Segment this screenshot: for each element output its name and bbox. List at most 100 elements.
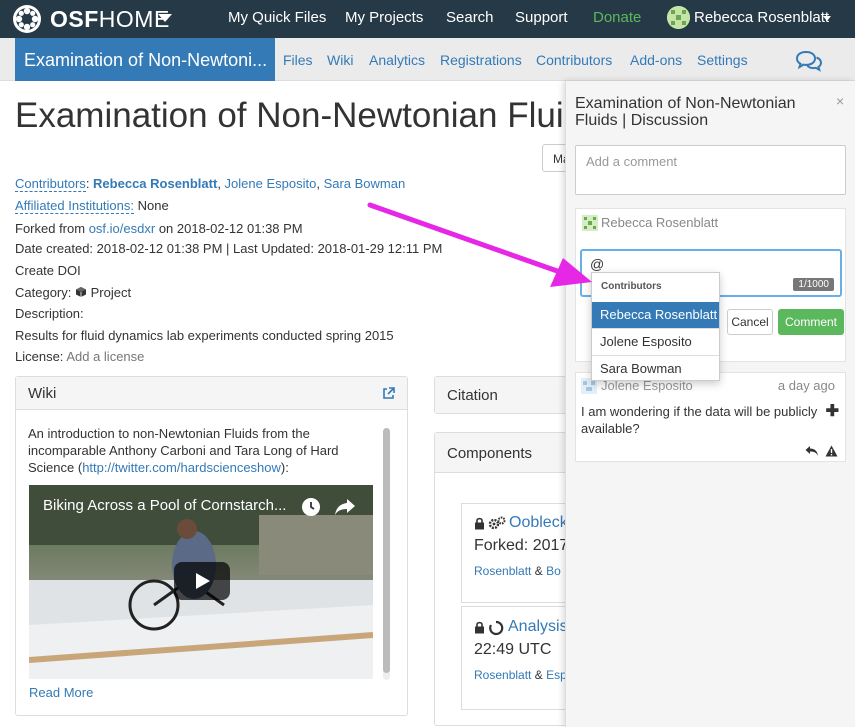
wiki-line-2: incomparable Anthony Carboni and Tara Lo… xyxy=(28,443,339,458)
citation-panel[interactable]: Citation xyxy=(434,376,574,414)
component-1-author-2[interactable]: Bo xyxy=(546,564,561,578)
osf-logo-icon[interactable] xyxy=(12,4,42,34)
read-more-link[interactable]: Read More xyxy=(29,685,93,700)
nav-support[interactable]: Support xyxy=(515,9,568,26)
external-link-icon[interactable] xyxy=(382,387,395,400)
add-comment-input[interactable]: Add a comment xyxy=(575,145,846,195)
wiki-line-3: Science (http://twitter.com/hardsciences… xyxy=(28,459,358,476)
dates-line: Date created: 2018-02-12 01:38 PM | Last… xyxy=(15,241,443,256)
cogs-icon xyxy=(488,516,506,530)
forked-from-suffix: on 2018-02-12 01:38 PM xyxy=(158,221,303,236)
nav-donate[interactable]: Donate xyxy=(593,9,641,26)
mention-dropdown-heading: Contributors xyxy=(601,281,662,292)
component-1-title[interactable]: Oobleck xyxy=(509,514,568,532)
comment-body: I am wondering if the data will be publi… xyxy=(581,404,818,436)
affiliated-value: None xyxy=(137,198,169,213)
discussion-title: Examination of Non-Newtonian Fluids | Di… xyxy=(575,95,796,129)
mention-option-sara-bowman[interactable]: Sara Bowman xyxy=(592,355,719,381)
component-2-title[interactable]: Analysis xyxy=(508,618,568,636)
wiki-line-3-suffix: ): xyxy=(280,460,289,475)
comment-timestamp: a day ago xyxy=(777,378,835,393)
reply-author-avatar-icon xyxy=(582,215,598,231)
mention-option-rebecca-rosenblatt[interactable]: Rebecca Rosenblatt xyxy=(592,302,719,328)
nav-my-projects[interactable]: My Projects xyxy=(345,9,423,26)
brand-dropdown-caret-icon[interactable] xyxy=(158,14,172,22)
share-icon[interactable] xyxy=(334,498,356,516)
nav-search[interactable]: Search xyxy=(446,9,494,26)
description-label: Description: xyxy=(15,306,84,321)
comment-card: Jolene Esposito a day ago I am wondering… xyxy=(575,372,846,462)
lock-icon xyxy=(475,517,484,530)
contributor-link-2[interactable]: Jolene Esposito xyxy=(225,176,317,191)
category-value: Project xyxy=(90,285,132,300)
affiliated-label[interactable]: Affiliated Institutions: xyxy=(15,198,134,214)
lock-icon-2 xyxy=(475,621,484,634)
component-1-author-sep: & xyxy=(534,564,543,578)
component-2-author-2[interactable]: Esp xyxy=(546,668,567,682)
component-1-author-1[interactable]: Rosenblatt xyxy=(474,564,531,578)
forked-from-prefix: Forked from xyxy=(15,221,86,236)
wiki-panel-title: Wiki xyxy=(28,385,57,402)
subnav-files[interactable]: Files xyxy=(283,52,313,68)
add-license-link[interactable]: Add a license xyxy=(66,349,144,364)
cancel-button[interactable]: Cancel xyxy=(727,309,773,335)
discussion-panel: Examination of Non-Newtonian Fluids | Di… xyxy=(565,81,855,727)
wiki-line-1: An introduction to non-Newtonian Fluids … xyxy=(28,426,310,441)
subnav-settings[interactable]: Settings xyxy=(697,52,748,68)
expand-plus-icon[interactable]: ✚ xyxy=(826,401,839,421)
forked-from-link[interactable]: osf.io/esdxr xyxy=(89,221,155,236)
contributor-link-1[interactable]: Rebecca Rosenblatt xyxy=(93,176,217,191)
character-counter: 1/1000 xyxy=(793,278,834,291)
cube-icon xyxy=(76,287,86,297)
brand-name[interactable]: OSFHOME xyxy=(50,6,170,33)
watch-later-clock-icon[interactable] xyxy=(301,497,321,517)
mention-option-jolene-esposito[interactable]: Jolene Esposito xyxy=(592,328,719,354)
license-label: License: xyxy=(15,349,64,364)
nav-my-quick-files[interactable]: My Quick Files xyxy=(228,9,326,26)
contributor-link-3[interactable]: Sara Bowman xyxy=(324,176,406,191)
wiki-panel-header: Wiki xyxy=(16,377,407,410)
user-menu-caret-icon[interactable] xyxy=(823,16,831,21)
top-navbar: OSFHOME My Quick Files My Projects Searc… xyxy=(0,0,855,38)
category-label: Category: xyxy=(15,285,72,300)
project-subnav: Examination of Non-Newtoni... Files Wiki… xyxy=(0,38,855,81)
reply-icon[interactable] xyxy=(805,445,819,457)
user-avatar[interactable] xyxy=(667,6,690,29)
subnav-registrations[interactable]: Registrations xyxy=(440,52,522,68)
close-icon[interactable]: × xyxy=(836,93,844,109)
mention-dropdown: Contributors Rebecca Rosenblatt Jolene E… xyxy=(591,272,720,381)
video-play-button[interactable] xyxy=(174,562,230,600)
project-title-tab[interactable]: Examination of Non-Newtoni... xyxy=(15,38,275,81)
subnav-add-ons[interactable]: Add-ons xyxy=(630,52,682,68)
subnav-wiki[interactable]: Wiki xyxy=(327,52,353,68)
brand-osf: OSF xyxy=(50,6,99,32)
description-text: Results for fluid dynamics lab experimen… xyxy=(15,328,394,343)
forked-from-line: Forked from osf.io/esdxr on 2018-02-12 0… xyxy=(15,221,303,236)
contributors-label[interactable]: Contributors xyxy=(15,176,86,192)
video-embed[interactable]: Biking Across a Pool of Cornstarch... xyxy=(29,485,373,679)
subnav-contributors[interactable]: Contributors xyxy=(536,52,612,68)
component-1-authors: Rosenblatt & Bo xyxy=(474,564,561,578)
user-name[interactable]: Rebecca Rosenblatt xyxy=(694,9,829,26)
comment-button[interactable]: Comment xyxy=(778,309,844,335)
component-2-author-sep: & xyxy=(534,668,543,682)
wiki-scrollbar-thumb[interactable] xyxy=(383,428,390,673)
wiki-line-3-prefix: Science ( xyxy=(28,460,83,475)
wiki-scrollbar[interactable] xyxy=(383,428,390,680)
video-title[interactable]: Biking Across a Pool of Cornstarch... xyxy=(43,497,286,514)
circle-notch-icon xyxy=(489,620,504,636)
license-line: License: Add a license xyxy=(15,349,144,364)
reply-author-name[interactable]: Rebecca Rosenblatt xyxy=(601,215,718,230)
comments-icon[interactable] xyxy=(796,50,822,72)
wiki-twitter-link[interactable]: http://twitter.com/hardscienceshow xyxy=(82,460,281,475)
citation-panel-header[interactable]: Citation xyxy=(435,377,573,413)
report-warning-icon[interactable] xyxy=(825,445,838,457)
component-2-authors: Rosenblatt & Esp xyxy=(474,668,567,682)
component-2-author-1[interactable]: Rosenblatt xyxy=(474,668,531,682)
create-doi-link[interactable]: Create DOI xyxy=(15,263,81,278)
subnav-analytics[interactable]: Analytics xyxy=(369,52,425,68)
components-panel-header: Components xyxy=(435,433,573,473)
page-title: Examination of Non-Newtonian Fluids xyxy=(15,96,601,135)
category-line: Category: Project xyxy=(15,285,131,300)
wiki-content: An introduction to non-Newtonian Fluids … xyxy=(28,425,358,476)
